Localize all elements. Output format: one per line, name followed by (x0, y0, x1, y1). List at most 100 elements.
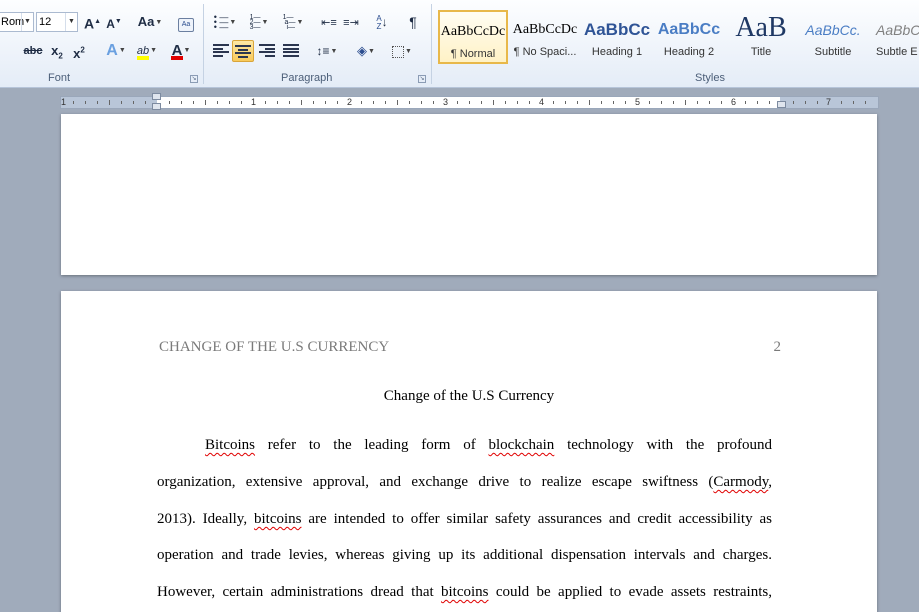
text-run: are intended to offer similar safety ass… (301, 511, 772, 527)
shrink-font-button[interactable]: A▼ (106, 11, 122, 33)
misspelled-word: Carmody (713, 474, 769, 490)
right-indent-marker[interactable] (777, 101, 786, 108)
ruler-tick (613, 101, 614, 104)
font-name-dropdown-icon[interactable]: ▼ (21, 13, 33, 31)
multilevel-list-icon: 1— a— i— (282, 14, 296, 32)
first-line-indent-marker[interactable] (152, 93, 161, 100)
paragraph-line[interactable]: organization, extensive approval, and ex… (157, 474, 772, 491)
style-title[interactable]: AaB Title (726, 10, 796, 64)
multilevel-list-button[interactable]: 1— a— i—▼ (278, 11, 308, 33)
text-run: organization, extensive approval, and ex… (157, 474, 714, 490)
ruler-tick (865, 101, 866, 104)
superscript-button[interactable]: x2 (70, 40, 88, 62)
style-name: Subtle E (876, 46, 918, 58)
increase-indent-button[interactable]: ≡⇥ (340, 11, 362, 33)
hanging-indent-marker[interactable] (152, 103, 161, 110)
font-color-button[interactable]: A ▼ (166, 40, 196, 62)
strikethrough-button[interactable]: abc (22, 40, 44, 62)
paragraph-line[interactable]: operation and trade levies, whereas givi… (157, 547, 772, 564)
ruler-tick (337, 101, 338, 104)
line-spacing-button[interactable]: ↕≡▼ (312, 40, 342, 62)
ruler-tick (289, 101, 290, 104)
paragraph-line[interactable]: However, certain administrations dread t… (157, 584, 772, 601)
style-no-spacing[interactable]: AaBbCcDc ¶ No Spaci... (510, 10, 580, 64)
borders-button[interactable]: ▼ (386, 40, 418, 62)
ruler-number: 1 (61, 97, 67, 107)
text-run: However, certain administrations dread t… (157, 584, 441, 600)
decrease-indent-button[interactable]: ⇤≡ (318, 11, 340, 33)
numbering-button[interactable]: 1— 2— 3—▼ (244, 11, 274, 33)
paint-bucket-icon: ◈ (357, 43, 368, 58)
style-name: Heading 1 (591, 46, 643, 58)
style-heading-1[interactable]: AaBbCc Heading 1 (582, 10, 652, 64)
shading-button[interactable]: ◈▼ (350, 40, 382, 62)
superscript-icon: x2 (73, 46, 85, 62)
bullets-icon: • — • — • — (213, 12, 229, 33)
ruler-tick (397, 100, 398, 105)
text-effects-button[interactable]: A▼ (102, 40, 130, 62)
ruler-tick (361, 101, 362, 104)
align-center-button[interactable] (232, 40, 254, 62)
paragraph-dialog-launcher-icon[interactable]: ↘ (418, 75, 426, 83)
strikethrough-icon: abc (23, 45, 43, 57)
style-sample: AaBbCc (657, 21, 721, 38)
ruler-tick (589, 100, 590, 105)
ruler-tick (745, 101, 746, 104)
document-page[interactable]: CHANGE OF THE U.S CURRENCY 2 Change of t… (61, 291, 877, 612)
clear-formatting-button[interactable]: Aa (176, 11, 196, 33)
style-sample: AaBbCc (876, 22, 919, 38)
document-page[interactable] (61, 114, 877, 275)
bullets-button[interactable]: • — • — • —▼ (210, 11, 240, 33)
ruler-tick (73, 101, 74, 104)
numbering-icon: 1— 2— 3— (249, 14, 261, 32)
justify-button[interactable] (280, 40, 302, 62)
page-number: 2 (773, 339, 782, 355)
ruler-tick (577, 101, 578, 104)
style-name: ¶ Normal (450, 48, 496, 60)
highlight-icon: ab (136, 40, 150, 62)
ruler-tick (529, 101, 530, 104)
ruler-number: 2 (347, 97, 353, 107)
font-size-dropdown-icon[interactable]: ▼ (65, 13, 77, 31)
styles-group-label: Styles (695, 72, 725, 84)
text-effects-icon: A (106, 42, 118, 60)
subscript-button[interactable]: x2 (48, 40, 66, 62)
ruler-tick (481, 101, 482, 104)
horizontal-ruler[interactable]: 1 1 2 3 4 5 6 7 (60, 93, 879, 110)
style-subtitle[interactable]: AaBbCc. Subtitle (798, 10, 868, 64)
paragraph-line[interactable]: 2013). Ideally, bitcoins are intended to… (157, 511, 772, 528)
grow-font-button[interactable]: A▲ (84, 11, 101, 33)
paragraph-line[interactable]: Bitcoins refer to the leading form of bl… (205, 437, 772, 454)
ruler-tick (721, 101, 722, 104)
change-case-button[interactable]: Aa▼ (136, 11, 164, 33)
paragraph-group-label: Paragraph (281, 72, 333, 84)
font-size-box[interactable]: 12 ▼ (36, 12, 78, 32)
style-heading-2[interactable]: AaBbCc Heading 2 (654, 10, 724, 64)
align-right-icon (259, 44, 275, 57)
ruler-number: 3 (443, 97, 449, 107)
show-formatting-marks-button[interactable]: ¶ (404, 11, 422, 33)
ruler-tick (841, 101, 842, 104)
ruler-tick (85, 101, 86, 104)
subscript-icon: x2 (51, 43, 63, 61)
font-dialog-launcher-icon[interactable]: ↘ (190, 75, 198, 83)
running-head: CHANGE OF THE U.S CURRENCY (159, 339, 390, 355)
ruler-tick (277, 101, 278, 104)
ruler-tick (97, 101, 98, 104)
align-right-button[interactable] (256, 40, 278, 62)
ruler-tick (121, 101, 122, 104)
ruler-tick (313, 101, 314, 104)
ruler-number: 1 (251, 97, 257, 107)
ruler-number: 4 (539, 97, 545, 107)
ruler-number: 7 (826, 97, 832, 107)
grow-font-icon: A (84, 15, 95, 32)
font-name-box[interactable]: Rom ▼ (0, 12, 34, 32)
ruler-tick (205, 100, 206, 105)
ruler-tick (265, 101, 266, 104)
sort-button[interactable]: A Z↓ (370, 11, 394, 33)
align-left-button[interactable] (210, 40, 232, 62)
highlight-button[interactable]: ab ▼ (132, 40, 162, 62)
text-run: could be applied to evade assets restrai… (488, 584, 772, 600)
style-normal[interactable]: AaBbCcDc ¶ Normal (438, 10, 508, 64)
style-subtle-emphasis[interactable]: AaBbCc Subtle E (870, 10, 919, 64)
